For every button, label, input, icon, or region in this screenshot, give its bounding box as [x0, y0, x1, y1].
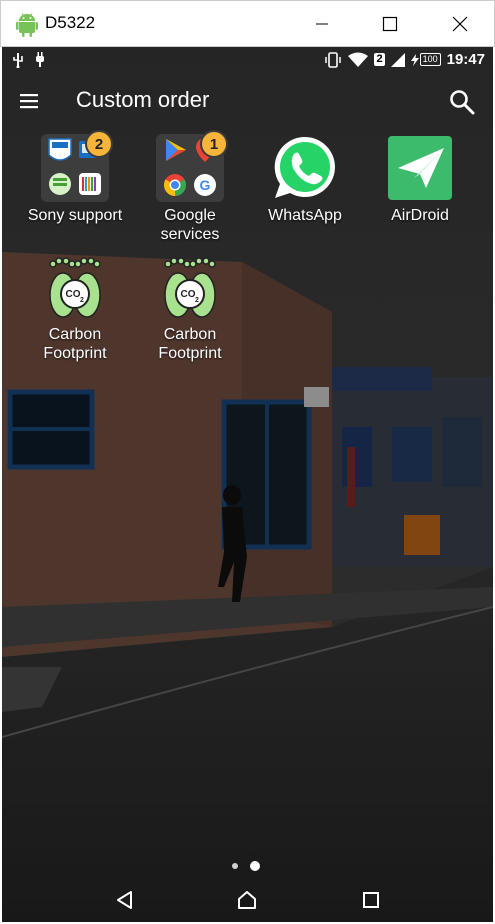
plug-icon: [36, 52, 44, 67]
whatsapp-icon: [274, 136, 335, 198]
navigation-bar: [2, 877, 493, 922]
page-indicator: [232, 861, 260, 871]
android-logo-icon: [16, 13, 38, 37]
battery-icon: 100: [410, 53, 441, 66]
battery-level: 100: [419, 53, 441, 66]
vibrate-icon: [325, 51, 342, 68]
notification-badge: 1: [200, 130, 228, 158]
svg-text:CO: CO: [66, 289, 81, 300]
back-button[interactable]: [110, 887, 140, 913]
app-drawer-header: Custom order: [2, 75, 493, 127]
app-label: WhatsApp: [268, 207, 342, 224]
folder-icon: 2: [41, 130, 113, 202]
app-folder-google-services[interactable]: G 1 Google services: [134, 130, 246, 244]
signal-icon: [390, 52, 405, 67]
home-button[interactable]: [232, 887, 262, 913]
app-folder-sony-support[interactable]: 2 Sony support: [19, 130, 131, 225]
app-carbon-footprint[interactable]: CO 2 Carbon Footprint: [19, 253, 131, 363]
page-dot[interactable]: [232, 863, 238, 869]
svg-text:2: 2: [80, 297, 84, 304]
status-bar: 2 100 19:47: [2, 47, 493, 75]
page-title: Custom order: [76, 87, 210, 112]
status-time: 19:47: [446, 51, 485, 68]
minimize-icon: [316, 23, 328, 25]
home-icon: [238, 891, 256, 909]
app-label: AirDroid: [391, 207, 449, 224]
notification-badge: 2: [85, 130, 113, 158]
carbon-footprint-icon: CO 2: [49, 257, 101, 318]
window-title: D5322: [45, 13, 96, 32]
carbon-footprint-icon: CO 2: [164, 257, 216, 318]
charging-bolt-icon: [410, 53, 419, 66]
recents-button[interactable]: [356, 887, 386, 913]
hamburger-menu-icon[interactable]: [16, 88, 44, 114]
back-icon: [117, 891, 132, 909]
close-button[interactable]: [425, 1, 495, 47]
sim-icon: 2: [374, 53, 385, 66]
folder-icon: G 1: [156, 130, 228, 202]
svg-text:2: 2: [195, 297, 199, 304]
app-label: Google services: [160, 207, 220, 243]
wifi-icon: [348, 52, 369, 67]
app-whatsapp[interactable]: WhatsApp: [249, 134, 361, 225]
airdroid-icon: [388, 136, 452, 200]
page-dot-active[interactable]: [250, 861, 260, 871]
app-label: Sony support: [27, 207, 123, 224]
app-airdroid[interactable]: AirDroid: [364, 134, 476, 225]
minimize-button[interactable]: [287, 1, 357, 47]
close-icon: [452, 16, 468, 32]
maximize-icon: [382, 16, 398, 32]
app-label: Carbon Footprint: [43, 326, 107, 362]
app-label: Carbon Footprint: [158, 326, 222, 362]
search-icon[interactable]: [447, 87, 477, 117]
window-titlebar: D5322: [0, 0, 495, 47]
app-carbon-footprint[interactable]: CO 2 Carbon Footprint: [134, 253, 246, 363]
svg-text:G: G: [200, 177, 211, 193]
usb-icon: [13, 53, 23, 68]
phone-screen: 2 100 19:47 Custom order 2 Sony support …: [2, 47, 493, 922]
svg-text:CO: CO: [181, 289, 196, 300]
maximize-button[interactable]: [355, 1, 425, 47]
recents-icon: [363, 892, 379, 908]
